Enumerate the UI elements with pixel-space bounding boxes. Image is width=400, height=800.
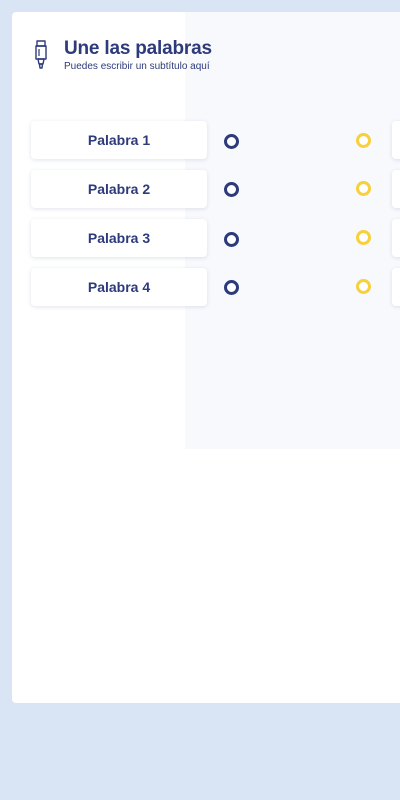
right-connector-dot[interactable] bbox=[356, 133, 371, 148]
activity-header: Une las palabras Puedes escribir un subt… bbox=[34, 38, 212, 73]
left-connector-dot[interactable] bbox=[224, 182, 239, 197]
right-connector-dot[interactable] bbox=[356, 181, 371, 196]
word-card[interactable]: Palabra 2 bbox=[31, 170, 207, 208]
word-card[interactable]: Palabra 1 bbox=[31, 121, 207, 159]
page-title: Une las palabras bbox=[64, 38, 212, 59]
word-card-label: Palabra 2 bbox=[87, 181, 151, 197]
right-connector-dot[interactable] bbox=[356, 279, 371, 294]
word-card-label: Palabra 1 bbox=[87, 132, 151, 148]
word-card-label: Palabra 3 bbox=[87, 230, 151, 246]
target-card[interactable] bbox=[392, 121, 400, 159]
left-connector-dot[interactable] bbox=[224, 280, 239, 295]
target-card[interactable] bbox=[392, 219, 400, 257]
word-card[interactable]: Palabra 3 bbox=[31, 219, 207, 257]
word-card[interactable]: Palabra 4 bbox=[31, 268, 207, 306]
activity-card: Une las palabras Puedes escribir un subt… bbox=[12, 12, 400, 703]
target-card[interactable] bbox=[392, 268, 400, 306]
page-subtitle: Puedes escribir un subtítulo aquí bbox=[64, 61, 210, 72]
left-connector-dot[interactable] bbox=[224, 232, 239, 247]
word-card-label: Palabra 4 bbox=[87, 279, 151, 295]
target-card[interactable] bbox=[392, 170, 400, 208]
right-connector-dot[interactable] bbox=[356, 230, 371, 245]
marker-icon bbox=[35, 40, 47, 69]
left-connector-dot[interactable] bbox=[224, 134, 239, 149]
